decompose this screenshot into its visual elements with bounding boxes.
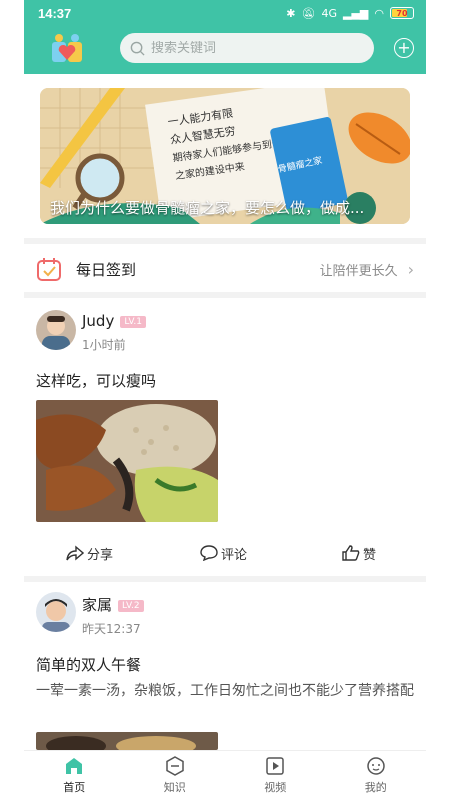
- post-time: 1小时前: [82, 338, 126, 352]
- battery-icon: 70: [390, 7, 414, 19]
- profile-icon: [367, 757, 385, 775]
- knowledge-icon: [166, 756, 184, 776]
- header: 14:37 ✱ 🔕︎ 4G ▂▄▆ ◠ 70 搜索关键词 +: [24, 0, 426, 74]
- comment-label: 评论: [221, 547, 248, 563]
- like-label: 赞: [363, 547, 377, 563]
- bottom-tab-bar: 首页 知识 视频 我的: [24, 750, 426, 800]
- add-post-button[interactable]: +: [394, 38, 414, 58]
- tab-profile[interactable]: 我的: [326, 751, 427, 800]
- video-icon: [266, 757, 284, 775]
- checkin-title: 每日签到: [76, 260, 137, 279]
- tab-video-label: 视频: [264, 781, 287, 794]
- post-image[interactable]: [36, 732, 218, 750]
- tab-knowledge[interactable]: 知识: [125, 751, 226, 800]
- post-actions: 分享 评论 赞: [24, 538, 426, 568]
- post-author[interactable]: Judy LV.1: [82, 312, 146, 330]
- post-author[interactable]: 家属 LV.2: [82, 594, 144, 615]
- level-badge: LV.2: [118, 599, 144, 612]
- share-icon: [66, 545, 84, 561]
- search-bar[interactable]: [120, 33, 374, 63]
- checkin-subtitle: 让陪伴更长久: [319, 263, 398, 279]
- tab-home-label: 首页: [63, 781, 86, 794]
- post-title: 简单的双人午餐: [36, 656, 142, 674]
- chevron-right-icon: ›: [407, 259, 414, 279]
- tab-knowledge-label: 知识: [163, 781, 186, 794]
- tab-video[interactable]: 视频: [225, 751, 326, 800]
- daily-checkin-row[interactable]: 每日签到 让陪伴更长久 ›: [24, 246, 426, 292]
- status-time: 14:37: [38, 5, 72, 21]
- bluetooth-icon: ✱: [286, 6, 296, 20]
- thumbs-up-icon: [342, 545, 360, 561]
- network-label: 4G: [321, 6, 337, 20]
- banner-caption: 我们为什么要做骨髓瘤之家，要怎么做，做成...: [50, 199, 365, 217]
- mute-icon: 🔕︎: [301, 6, 316, 20]
- post-author-name: 家属: [82, 596, 113, 614]
- like-button[interactable]: 赞: [342, 544, 376, 563]
- search-input[interactable]: [151, 40, 351, 56]
- share-label: 分享: [87, 547, 114, 563]
- divider: [24, 238, 426, 244]
- comment-button[interactable]: 评论: [200, 544, 247, 563]
- app-logo-icon: [52, 34, 82, 62]
- plus-icon: +: [397, 38, 411, 57]
- banner-carousel[interactable]: 一人能力有限 众人智慧无穷 期待家人们能够参与到骨髓瘤 之家的建设中来 骨髓瘤之…: [40, 88, 410, 224]
- home-icon: [66, 758, 83, 774]
- post-image[interactable]: [36, 400, 218, 522]
- avatar[interactable]: [36, 310, 76, 350]
- battery-level: 70: [396, 8, 408, 18]
- post-title: 这样吃，可以瘦吗: [36, 372, 157, 390]
- avatar[interactable]: [36, 592, 76, 632]
- post-time: 昨天12:37: [82, 622, 141, 636]
- tab-home[interactable]: 首页: [24, 751, 125, 800]
- tab-profile-label: 我的: [364, 781, 387, 794]
- post-author-name: Judy: [82, 312, 115, 330]
- signal-icon: ▂▄▆: [343, 6, 369, 20]
- post-card[interactable]: 家属 LV.2 昨天12:37 简单的双人午餐 一荤一素一汤，杂粮饭，工作日匆忙之…: [24, 582, 426, 750]
- share-button[interactable]: 分享: [66, 544, 113, 563]
- comment-icon: [200, 545, 218, 561]
- status-icons: ✱ 🔕︎ 4G ▂▄▆ ◠ 70: [286, 7, 414, 20]
- post-description: 一荤一素一汤，杂粮饭，工作日匆忙之间也不能少了营养搭配: [36, 683, 414, 699]
- level-badge: LV.1: [120, 315, 146, 328]
- calendar-check-icon: [37, 258, 61, 281]
- search-icon: [130, 41, 145, 56]
- post-card[interactable]: Judy LV.1 1小时前 这样吃，可以瘦吗 分享 评论 赞: [24, 298, 426, 576]
- status-bar: 14:37 ✱ 🔕︎ 4G ▂▄▆ ◠ 70: [24, 0, 426, 26]
- app-screen: 14:37 ✱ 🔕︎ 4G ▂▄▆ ◠ 70 搜索关键词 + 一人能力有限 众人…: [24, 0, 426, 800]
- wifi-icon: ◠: [374, 6, 384, 20]
